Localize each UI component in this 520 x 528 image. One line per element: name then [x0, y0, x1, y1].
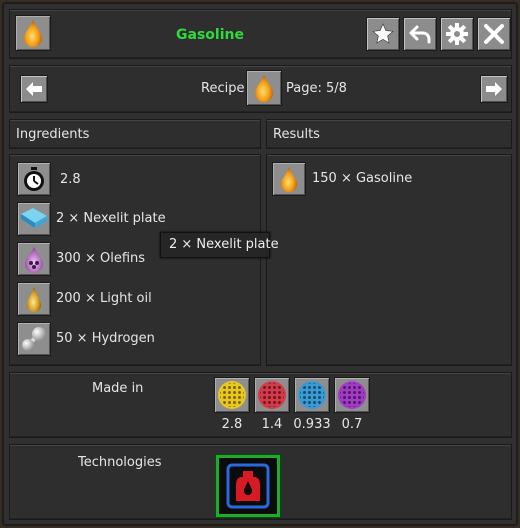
close-icon: [484, 24, 504, 44]
list-item[interactable]: [17, 282, 51, 316]
assembler-yellow-icon: [218, 381, 246, 409]
arrow-left-icon: [26, 82, 42, 96]
ingredient-nexelit-text: 2 × Nexelit plate: [56, 211, 166, 226]
ingredient-olefins-text: 300 × Olefins: [56, 251, 146, 266]
machine-slot-2[interactable]: [254, 377, 290, 413]
ingredient-light-oil-text: 200 × Light oil: [56, 291, 152, 306]
next-page-button[interactable]: [480, 75, 508, 103]
ingredient-time-text: 2.8: [60, 172, 81, 187]
previous-page-button[interactable]: [20, 75, 48, 103]
clock-icon: [24, 167, 44, 191]
recipe-item-slot[interactable]: [246, 70, 282, 106]
tooltip: 2 × Nexelit plate: [160, 232, 279, 258]
assembler-red-icon: [258, 381, 286, 409]
favorite-button[interactable]: [366, 17, 400, 51]
machine-speed-2: 1.4: [261, 417, 283, 432]
light-oil-icon: [27, 287, 41, 312]
machine-speed-3: 0.933: [293, 417, 331, 432]
arrow-right-icon: [486, 82, 502, 96]
list-item[interactable]: [17, 322, 51, 356]
made-in-heading: Made in: [92, 381, 144, 396]
recipe-label: Recipe: [201, 81, 245, 96]
machine-speed-1: 2.8: [221, 417, 243, 432]
list-item[interactable]: [17, 242, 51, 276]
results-heading: Results: [273, 127, 320, 142]
star-icon: [372, 23, 394, 44]
technologies-heading: Technologies: [78, 455, 162, 470]
back-button[interactable]: [403, 17, 437, 51]
nexelit-plate-icon: [21, 208, 47, 228]
machine-speed-4: 0.7: [341, 417, 363, 432]
assembler-blue-icon: [298, 381, 326, 409]
gasoline-drop-icon: [24, 20, 42, 47]
settings-button[interactable]: [440, 17, 474, 51]
ingredients-heading: Ingredients: [16, 127, 90, 142]
list-item[interactable]: [17, 162, 51, 196]
list-item[interactable]: [17, 202, 51, 236]
gasoline-drop-icon: [281, 167, 297, 192]
gear-icon: [446, 23, 468, 45]
machine-slot-1[interactable]: [214, 377, 250, 413]
ingredient-hydrogen-text: 50 × Hydrogen: [56, 331, 155, 346]
technology-slot[interactable]: [215, 454, 281, 518]
page-title: Gasoline: [176, 27, 244, 43]
machine-slot-3[interactable]: [294, 377, 330, 413]
assembler-purple-icon: [338, 381, 366, 409]
close-button[interactable]: [477, 17, 511, 51]
list-item[interactable]: [272, 162, 306, 196]
result-gasoline-text: 150 × Gasoline: [312, 171, 413, 186]
undo-arrow-icon: [409, 25, 431, 44]
hydrogen-icon: [22, 327, 46, 351]
gasoline-technology-icon: [219, 458, 277, 514]
page-indicator: Page: 5/8: [286, 81, 347, 96]
machine-slot-4[interactable]: [334, 377, 370, 413]
gasoline-drop-icon: [255, 75, 273, 102]
olefins-icon: [25, 247, 43, 273]
header-item-slot[interactable]: [15, 15, 51, 51]
